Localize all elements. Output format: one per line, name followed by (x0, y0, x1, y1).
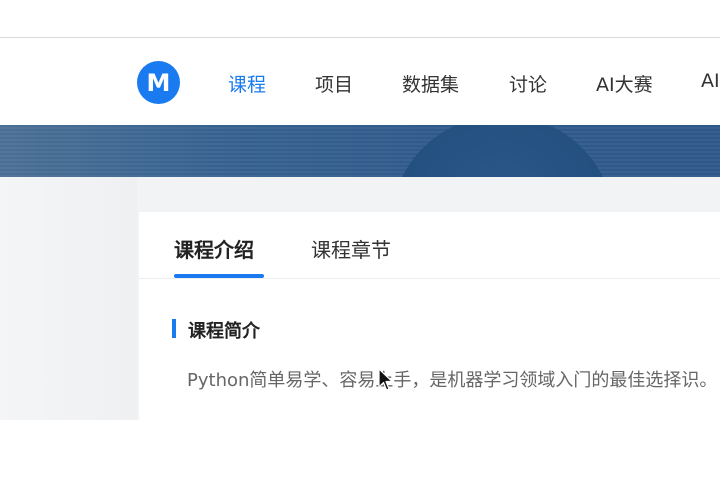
section-title: 课程简介 (188, 321, 260, 342)
logo-letter: M (146, 68, 171, 97)
mouse-cursor-icon (378, 368, 393, 391)
nav-item-projects[interactable]: 项目 (315, 70, 353, 97)
nav-item-ai-competition[interactable]: AI大赛 (596, 70, 653, 97)
active-tab-indicator (174, 274, 264, 278)
banner-decoration (390, 125, 615, 177)
course-detail-card: 课程介绍 课程章节 课程简介 Python简单易学、容易上手，是机器学习领域入门… (139, 212, 720, 420)
nav-item-ai-more[interactable]: AI (701, 70, 720, 92)
course-banner (0, 125, 720, 177)
page-footer-area (0, 420, 720, 480)
section-marker (172, 319, 176, 338)
course-tabs: 课程介绍 课程章节 (139, 212, 720, 279)
left-panel (0, 177, 137, 420)
course-intro-text: Python简单易学、容易上手，是机器学习领域入门的最佳选择识。 (187, 370, 718, 391)
nav-item-courses[interactable]: 课程 (228, 70, 266, 97)
tab-course-chapters[interactable]: 课程章节 (311, 234, 391, 263)
nav-item-discussion[interactable]: 讨论 (509, 70, 547, 97)
tab-course-intro[interactable]: 课程介绍 (174, 234, 254, 263)
browser-top-bar (0, 0, 720, 38)
nav-item-datasets[interactable]: 数据集 (402, 70, 459, 97)
site-logo[interactable]: M (137, 61, 180, 104)
site-header: M 课程 项目 数据集 讨论 AI大赛 AI (0, 39, 720, 125)
